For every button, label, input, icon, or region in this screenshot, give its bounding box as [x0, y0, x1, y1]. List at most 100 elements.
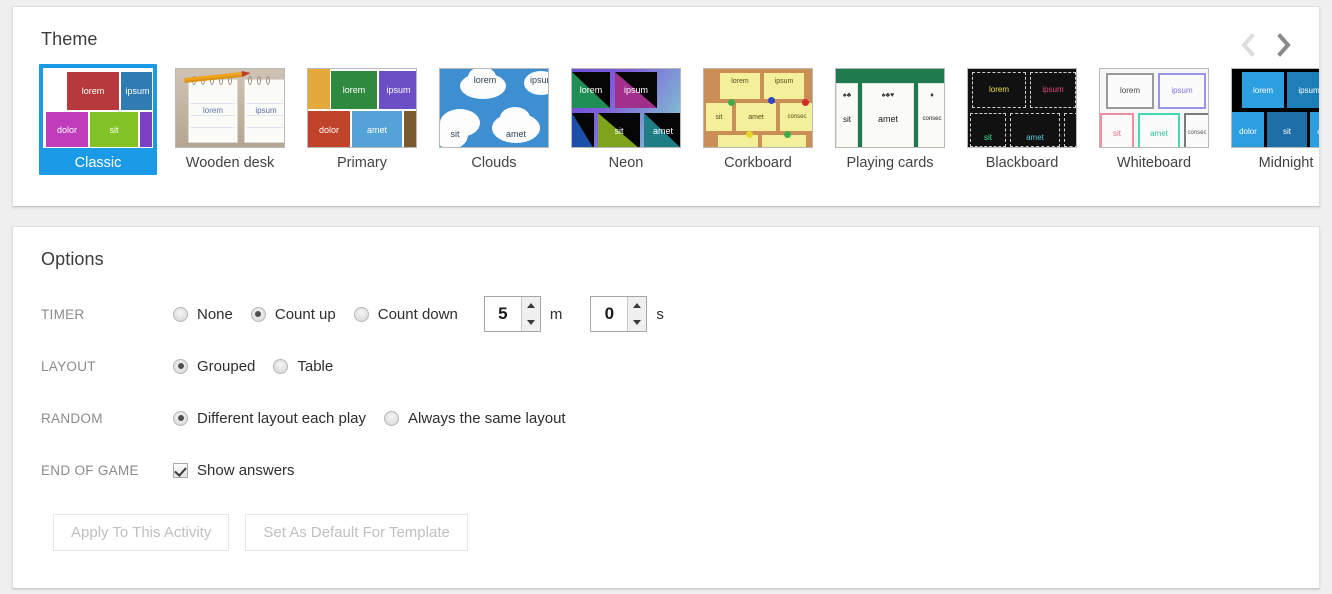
timer-minutes-input[interactable]: [485, 297, 521, 331]
chevron-left-icon[interactable]: [1237, 29, 1259, 61]
chevron-right-icon[interactable]: [1273, 29, 1295, 61]
thumb-word: sit: [1100, 127, 1134, 139]
theme-label: Midnight: [1231, 154, 1320, 172]
options-panel: Options TIMER None Count up Count down: [12, 226, 1320, 589]
theme-thumbnail-blackboard: lorem ipsum sit amet: [967, 68, 1077, 148]
timer-minutes-stepper[interactable]: [484, 296, 541, 332]
set-as-default-for-template-button[interactable]: Set As Default For Template: [245, 514, 467, 551]
thumb-word: lorem: [572, 72, 610, 108]
theme-item-clouds[interactable]: lorem ipsum sit amet Clouds: [435, 64, 553, 175]
minutes-increment-icon[interactable]: [522, 297, 540, 314]
theme-thumbnail-clouds: lorem ipsum sit amet: [439, 68, 549, 148]
thumb-word: ipsum: [379, 71, 417, 109]
layout-option-grouped-label: Grouped: [197, 358, 255, 375]
timer-option-count-down[interactable]: Count down: [354, 306, 458, 323]
thumb-word: ipsum: [1287, 84, 1320, 96]
layout-row: LAYOUT Grouped Table: [41, 340, 1319, 392]
options-rows: TIMER None Count up Count down: [13, 288, 1319, 496]
minutes-decrement-icon[interactable]: [522, 314, 540, 331]
radio-icon-selected[interactable]: [173, 411, 188, 426]
random-option-different-layout-label: Different layout each play: [197, 410, 366, 427]
random-label: RANDOM: [41, 411, 173, 426]
theme-thumbnail-neon: lorem ipsum sit amet: [571, 68, 681, 148]
theme-list[interactable]: lorem ipsum dolor sit Classic: [13, 50, 1319, 175]
thumb-word: sit: [90, 112, 138, 148]
theme-thumbnail-corkboard: lorem ipsum sit amet consec: [703, 68, 813, 148]
thumb-word: amet: [644, 113, 681, 148]
thumb-word: amet: [1310, 125, 1320, 137]
radio-icon-selected[interactable]: [173, 359, 188, 374]
theme-item-corkboard[interactable]: lorem ipsum sit amet consec Corkboard: [699, 64, 817, 175]
radio-icon[interactable]: [384, 411, 399, 426]
thumb-word: amet: [352, 111, 402, 148]
thumb-word: ipsum: [532, 73, 549, 87]
random-option-different-layout[interactable]: Different layout each play: [173, 410, 366, 427]
theme-label: Wooden desk: [175, 154, 285, 172]
thumb-word: sit: [970, 131, 1006, 143]
thumb-word: consec: [918, 113, 945, 125]
thumb-word: lorem: [1242, 84, 1284, 96]
layout-option-grouped[interactable]: Grouped: [173, 358, 255, 375]
thumb-word: ipsum: [1158, 84, 1206, 96]
thumb-word: sit: [442, 127, 468, 141]
thumb-word: consec: [780, 111, 813, 123]
theme-item-whiteboard[interactable]: lorem ipsum sit amet consec Whiteboard: [1095, 64, 1213, 175]
thumb-word: ipsum: [121, 72, 153, 110]
layout-option-table-label: Table: [297, 358, 333, 375]
thumb-word: lorem: [190, 103, 236, 117]
theme-label: Whiteboard: [1099, 154, 1209, 172]
thumb-word: ipsum: [764, 75, 804, 87]
thumb-word: ipsum: [1030, 83, 1076, 95]
theme-label: Playing cards: [835, 154, 945, 172]
end-of-game-label: END OF GAME: [41, 463, 173, 478]
theme-thumbnail-wooden-desk: lorem ipsum: [175, 68, 285, 148]
theme-panel: Theme lorem ipsum dolor sit Classic: [12, 6, 1320, 207]
timer-label: TIMER: [41, 307, 173, 322]
theme-thumbnail-midnight: lorem ipsum dolor sit amet: [1231, 68, 1320, 148]
options-buttons: Apply To This Activity Set As Default Fo…: [13, 496, 1319, 551]
seconds-decrement-icon[interactable]: [628, 314, 646, 331]
timer-option-none[interactable]: None: [173, 306, 233, 323]
thumb-word: dolor: [46, 112, 88, 148]
layout-label: LAYOUT: [41, 359, 173, 374]
thumb-word: amet: [496, 127, 536, 141]
theme-item-blackboard[interactable]: lorem ipsum sit amet Blackboard: [963, 64, 1081, 175]
theme-label: Primary: [307, 154, 417, 172]
thumb-word: sit: [1267, 125, 1307, 137]
timer-option-count-up-label: Count up: [275, 306, 336, 323]
radio-icon[interactable]: [273, 359, 288, 374]
theme-carousel-arrows: [1237, 29, 1295, 61]
theme-section-title: Theme: [13, 7, 1319, 50]
random-option-same-layout-label: Always the same layout: [408, 410, 566, 427]
theme-item-playing-cards[interactable]: ♠♣ ♠♣♥ ♦ sit amet consec Playing cards: [831, 64, 949, 175]
theme-label: Clouds: [439, 154, 549, 172]
show-answers-checkbox[interactable]: Show answers: [173, 462, 295, 479]
theme-item-primary[interactable]: lorem ipsum dolor amet Primary: [303, 64, 421, 175]
theme-item-midnight[interactable]: lorem ipsum dolor sit amet Midnight: [1227, 64, 1320, 175]
theme-item-classic[interactable]: lorem ipsum dolor sit Classic: [39, 64, 157, 175]
radio-icon[interactable]: [173, 307, 188, 322]
theme-item-wooden-desk[interactable]: lorem ipsum Wooden desk: [171, 64, 289, 175]
seconds-increment-icon[interactable]: [628, 297, 646, 314]
thumb-word: lorem: [67, 72, 119, 110]
layout-option-table[interactable]: Table: [273, 358, 333, 375]
thumb-word: ipsum: [246, 103, 285, 117]
thumb-word: consec: [1184, 127, 1209, 139]
timer-row: TIMER None Count up Count down: [41, 288, 1319, 340]
theme-label: Corkboard: [703, 154, 813, 172]
thumb-word: sit: [598, 113, 640, 148]
timer-option-count-up[interactable]: Count up: [251, 306, 336, 323]
checkbox-checked-icon[interactable]: [173, 463, 188, 478]
radio-icon-selected[interactable]: [251, 307, 266, 322]
theme-thumbnail-whiteboard: lorem ipsum sit amet consec: [1099, 68, 1209, 148]
theme-thumbnail-primary: lorem ipsum dolor amet: [307, 68, 417, 148]
thumb-word: sit: [706, 111, 732, 123]
timer-seconds-input[interactable]: [591, 297, 627, 331]
radio-icon[interactable]: [354, 307, 369, 322]
thumb-word: lorem: [972, 83, 1026, 95]
theme-item-neon[interactable]: lorem ipsum sit amet Neon: [567, 64, 685, 175]
random-row: RANDOM Different layout each play Always…: [41, 392, 1319, 444]
random-option-same-layout[interactable]: Always the same layout: [384, 410, 566, 427]
apply-to-this-activity-button[interactable]: Apply To This Activity: [53, 514, 229, 551]
timer-seconds-stepper[interactable]: [590, 296, 647, 332]
